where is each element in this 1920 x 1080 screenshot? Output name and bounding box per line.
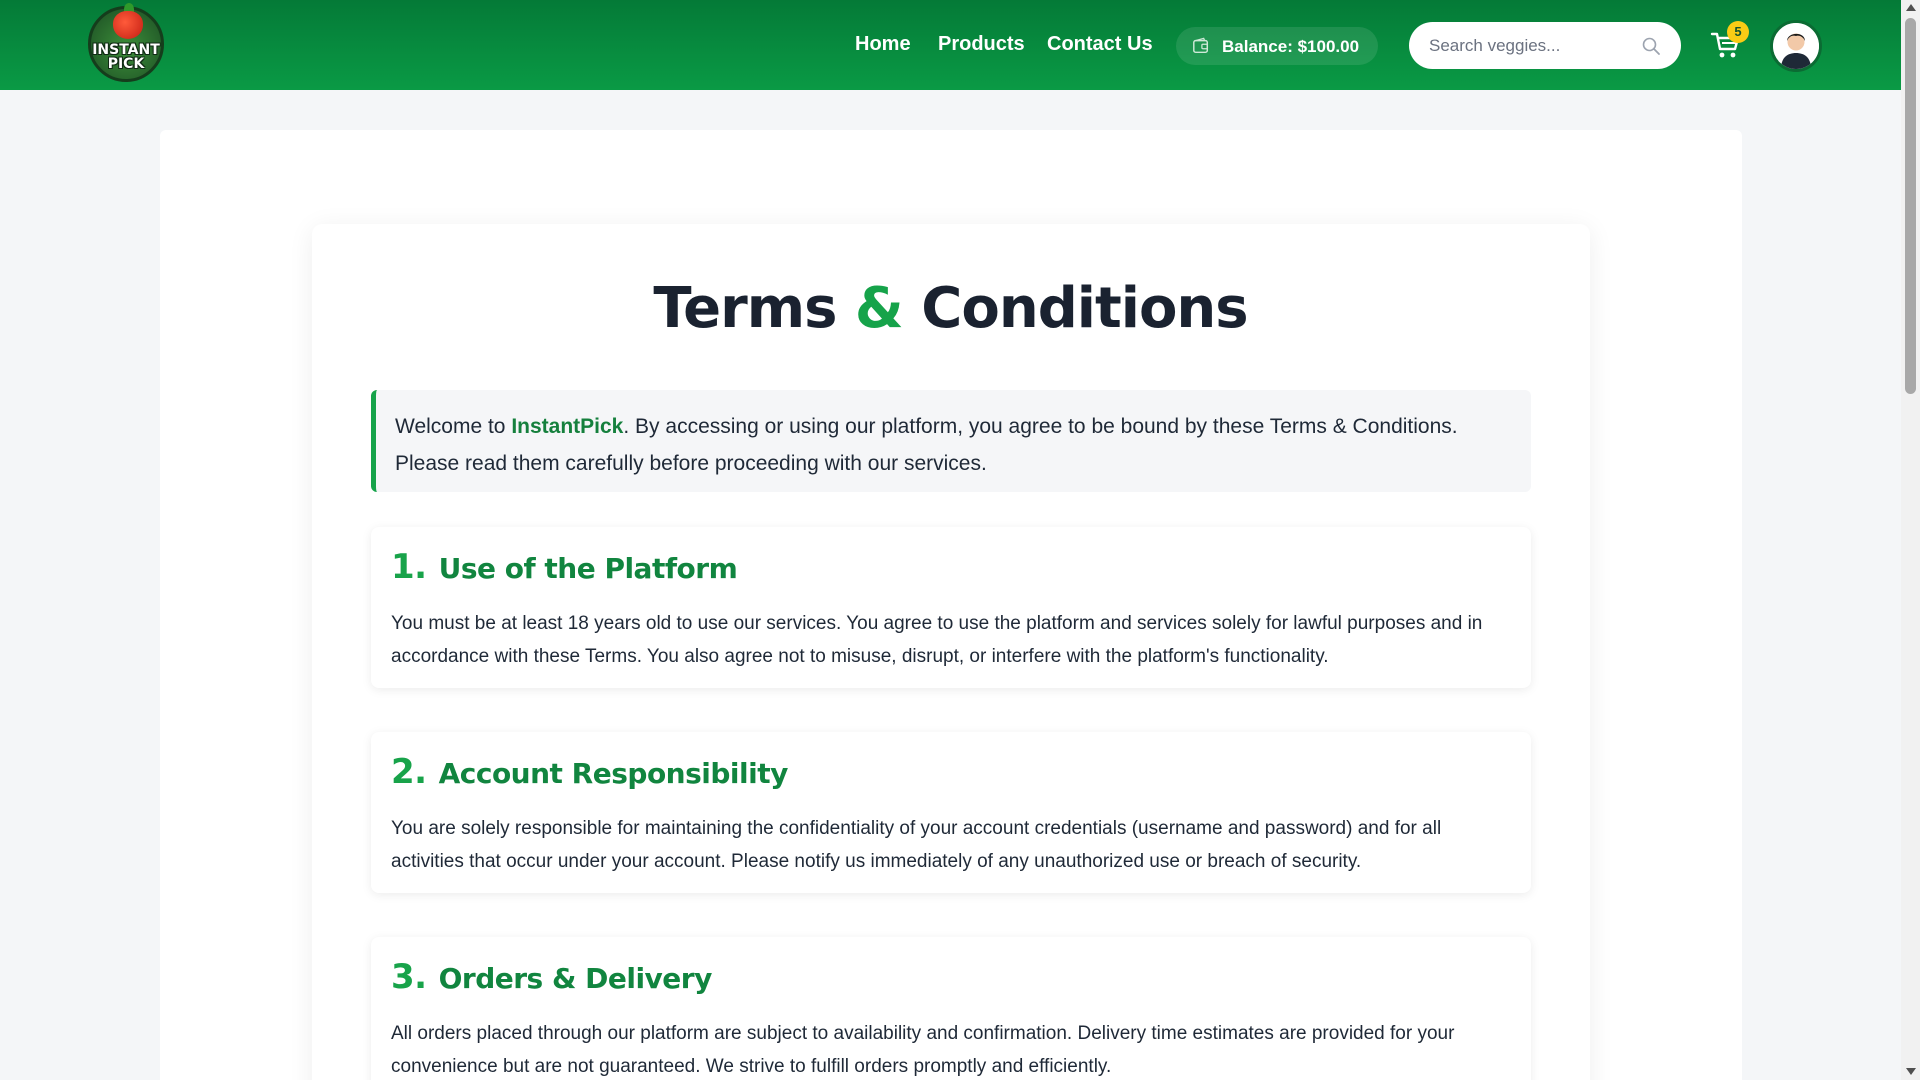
title-part-conditions: Conditions — [921, 276, 1248, 341]
intro-text-before: Welcome to — [395, 415, 512, 438]
page-title: Terms & Conditions — [0, 276, 1901, 341]
section-number: 2. — [391, 752, 427, 792]
title-part-terms: Terms — [653, 276, 837, 341]
top-navbar: INSTANT PICK Home Products Contact Us Ba… — [0, 0, 1901, 90]
section-use-of-platform: 1. Use of the Platform You must be at lea… — [371, 527, 1531, 688]
section-number: 3. — [391, 957, 427, 997]
section-number: 1. — [391, 547, 427, 587]
user-avatar[interactable] — [1770, 20, 1822, 72]
page-scrollbar[interactable] — [1901, 0, 1920, 1080]
wallet-icon — [1193, 37, 1209, 54]
section-body: You must be at least 18 years old to use… — [391, 613, 1483, 667]
scroll-down-arrow-icon[interactable] — [1906, 1068, 1916, 1075]
intro-notice: Welcome to InstantPick. By accessing or … — [371, 390, 1531, 492]
section-orders-delivery: 3. Orders & Delivery All orders placed th… — [371, 937, 1531, 1080]
nav-home[interactable]: Home — [855, 32, 911, 56]
search-box — [1409, 22, 1681, 69]
instant-pick-logo[interactable]: INSTANT PICK — [88, 3, 164, 82]
logo-text: INSTANT PICK — [92, 42, 160, 72]
section-title: Account Responsibility — [438, 757, 789, 790]
title-ampersand: & — [854, 276, 904, 341]
section-heading: 2. Account Responsibility — [391, 752, 788, 792]
section-body: You are solely responsible for maintaini… — [391, 818, 1442, 872]
balance-pill: Balance: $100.00 — [1176, 27, 1378, 65]
section-heading: 3. Orders & Delivery — [391, 957, 712, 997]
user-avatar-icon — [1773, 23, 1819, 69]
nav-contact-us[interactable]: Contact Us — [1047, 32, 1153, 56]
cart-count-badge: 5 — [1727, 21, 1749, 43]
search-input[interactable] — [1429, 34, 1629, 58]
balance-label: Balance: $100.00 — [1222, 37, 1360, 56]
section-heading: 1. Use of the Platform — [391, 547, 738, 587]
section-account-responsibility: 2. Account Responsibility You are solely … — [371, 732, 1531, 893]
nav-products[interactable]: Products — [938, 32, 1025, 56]
logo-vegetable — [113, 11, 143, 39]
scroll-thumb[interactable] — [1905, 18, 1916, 394]
scroll-up-arrow-icon[interactable] — [1906, 4, 1916, 11]
section-title: Use of the Platform — [438, 552, 738, 585]
intro-brand-name: InstantPick — [511, 415, 624, 438]
search-icon[interactable] — [1641, 36, 1661, 56]
section-body: All orders placed through our platform a… — [391, 1023, 1455, 1077]
section-title: Orders & Delivery — [438, 962, 713, 995]
